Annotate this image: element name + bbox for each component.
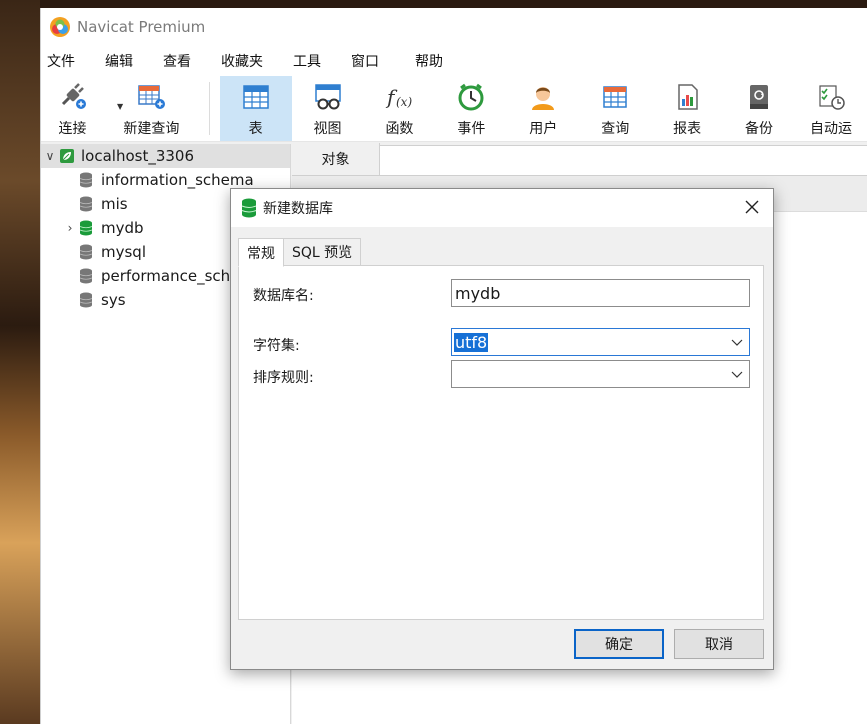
main-toolbar: 连接 ▼ 新建查询 表 视图 f (x) 函数 事件 用户 查询 报表 备份 自… [41, 76, 867, 142]
query-icon [603, 86, 627, 108]
navicat-logo-icon [50, 17, 70, 37]
menu-view[interactable]: 查看 [163, 51, 191, 71]
general-panel: 数据库名: mydb 字符集: utf8 排序规则: [238, 265, 764, 620]
tool-event-label: 事件 [457, 121, 486, 137]
dialog-tabs: 常规 SQL 预览 [238, 238, 362, 267]
dialog-title-bar: 新建数据库 [231, 189, 773, 227]
title-bar: Navicat Premium [41, 8, 867, 46]
tab-bar-empty [380, 145, 867, 175]
plug-icon [61, 83, 86, 109]
tool-function[interactable]: f (x) 函数 [363, 76, 435, 141]
cancel-button[interactable]: 取消 [674, 629, 764, 659]
database-name: mysql [101, 243, 146, 261]
chevron-down-icon[interactable] [731, 336, 743, 348]
automation-icon [819, 85, 845, 110]
tab-sql-preview[interactable]: SQL 预览 [283, 238, 362, 266]
tool-function-label: 函数 [385, 121, 414, 137]
menu-file[interactable]: 文件 [47, 51, 75, 71]
svg-text:(x): (x) [396, 95, 412, 109]
tool-user-label: 用户 [529, 121, 558, 137]
close-icon[interactable] [743, 198, 761, 216]
backup-icon [750, 85, 769, 109]
tool-automation[interactable]: 自动运 [795, 76, 867, 141]
database-title-icon [241, 198, 257, 218]
charset-value: utf8 [454, 332, 489, 352]
database-name: information_schema [101, 171, 254, 189]
connection-name: localhost_3306 [81, 147, 195, 165]
collation-select[interactable] [451, 360, 750, 388]
connect-button[interactable]: 连接 [41, 76, 104, 141]
db-name-input[interactable]: mydb [451, 279, 750, 307]
database-icon [79, 172, 93, 188]
object-tab-bar: 对象 [292, 143, 867, 176]
expand-caret-icon[interactable]: ∨ [41, 149, 59, 163]
new-query-icon [138, 85, 166, 109]
table-icon [242, 85, 269, 109]
tool-query[interactable]: 查询 [579, 76, 651, 141]
tool-automation-label: 自动运 [809, 121, 852, 137]
tool-event[interactable]: 事件 [435, 76, 507, 141]
tool-table[interactable]: 表 [219, 76, 292, 141]
view-icon [314, 84, 341, 110]
tree-connection-localhost[interactable]: ∨ localhost_3306 [41, 144, 290, 168]
desktop-background [0, 0, 40, 724]
db-name-label: 数据库名: [253, 288, 314, 304]
database-name: mydb [101, 219, 144, 237]
tool-backup-label: 备份 [745, 121, 774, 137]
report-icon [678, 84, 698, 110]
tool-report-label: 报表 [673, 121, 702, 137]
expand-caret-icon[interactable]: › [61, 221, 79, 235]
toolbar-divider [208, 82, 210, 135]
database-icon [79, 292, 93, 308]
charset-select[interactable]: utf8 [451, 328, 750, 356]
database-name: mis [101, 195, 128, 213]
chevron-down-icon[interactable] [731, 368, 743, 380]
tool-report[interactable]: 报表 [651, 76, 723, 141]
database-icon [79, 268, 93, 284]
new-query-label: 新建查询 [123, 121, 180, 137]
app-title: Navicat Premium [77, 18, 206, 36]
tool-query-label: 查询 [601, 121, 630, 137]
menu-tools[interactable]: 工具 [293, 51, 321, 71]
tool-table-label: 表 [248, 121, 263, 137]
connect-dropdown-caret-icon[interactable]: ▼ [117, 102, 123, 111]
event-clock-icon [458, 83, 484, 111]
connect-label: 连接 [58, 121, 87, 137]
tool-backup[interactable]: 备份 [723, 76, 795, 141]
menu-bar: 文件 编辑 查看 收藏夹 工具 窗口 帮助 [41, 46, 867, 76]
database-icon [79, 244, 93, 260]
function-icon: f (x) [385, 85, 412, 109]
database-name: sys [101, 291, 126, 309]
collation-label: 排序规则: [253, 370, 314, 386]
database-active-icon [79, 220, 93, 236]
tool-user[interactable]: 用户 [507, 76, 579, 141]
user-icon [532, 87, 555, 110]
tab-objects[interactable]: 对象 [292, 143, 380, 175]
menu-edit[interactable]: 编辑 [105, 51, 133, 71]
new-database-dialog: 新建数据库 常规 SQL 预览 数据库名: mydb 字符集: utf8 排序规… [230, 188, 774, 670]
charset-label: 字符集: [253, 338, 300, 354]
menu-favorites[interactable]: 收藏夹 [221, 51, 263, 71]
database-icon [79, 196, 93, 212]
tool-view[interactable]: 视图 [292, 76, 364, 141]
connection-leaf-icon [60, 149, 74, 163]
dialog-title: 新建数据库 [263, 201, 333, 217]
menu-help[interactable]: 帮助 [415, 51, 443, 71]
tool-view-label: 视图 [313, 121, 342, 137]
tab-general[interactable]: 常规 [238, 238, 284, 267]
ok-button[interactable]: 确定 [574, 629, 664, 659]
menu-window[interactable]: 窗口 [351, 51, 379, 71]
